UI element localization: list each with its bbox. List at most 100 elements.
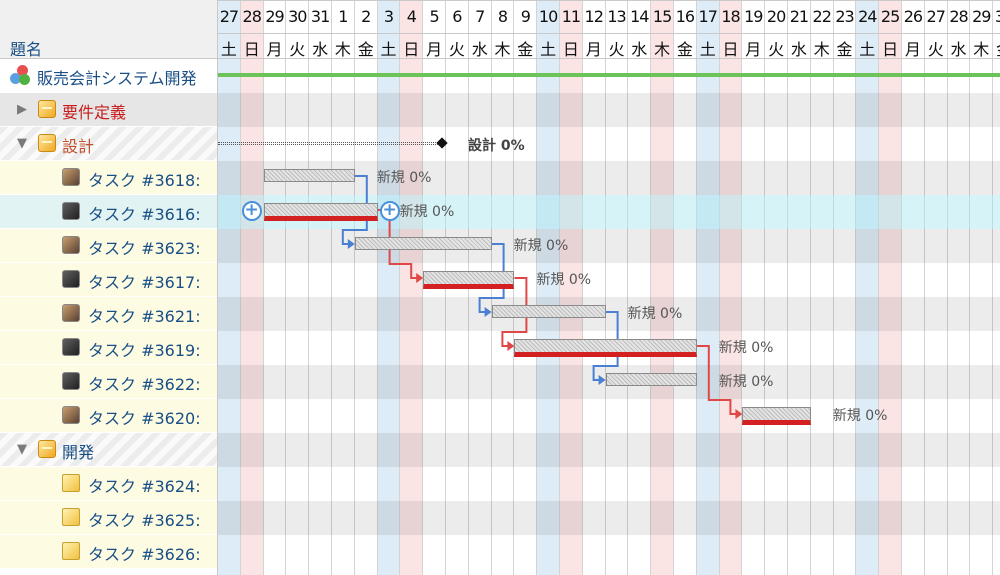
day-number: 22 bbox=[812, 7, 832, 26]
design-summary-bar[interactable] bbox=[218, 142, 444, 145]
row-task-3623[interactable]: タスク #3623: bbox=[0, 229, 217, 263]
row-task-3624[interactable]: タスク #3624: bbox=[0, 467, 217, 501]
day-weekday: 金 bbox=[993, 36, 1000, 60]
day-number: 10 bbox=[538, 7, 558, 26]
day-number: 7 bbox=[475, 7, 485, 26]
row-task-3617[interactable]: タスク #3617: bbox=[0, 263, 217, 297]
day-weekday: 日 bbox=[722, 40, 739, 59]
task-bar[interactable] bbox=[354, 237, 492, 250]
row-group-requirements[interactable]: ▶ 要件定義 bbox=[0, 93, 217, 127]
timeline-row bbox=[218, 501, 1000, 535]
day-weekday: 金 bbox=[676, 40, 693, 59]
row-task-3625[interactable]: タスク #3625: bbox=[0, 501, 217, 535]
day-weekday: 金 bbox=[517, 40, 534, 59]
row-label[interactable]: タスク #3624: bbox=[88, 473, 201, 497]
row-task-3616[interactable]: タスク #3616: bbox=[0, 195, 217, 229]
day-weekday: 金 bbox=[357, 40, 374, 59]
row-label[interactable]: 開発 bbox=[62, 439, 94, 463]
task-bar[interactable] bbox=[491, 305, 606, 318]
assignee-avatar bbox=[62, 338, 80, 356]
document-icon bbox=[62, 508, 80, 526]
day-weekday: 火 bbox=[289, 40, 306, 59]
day-number: 2 bbox=[361, 7, 371, 26]
gantt-timeline: 27 土 28 日 29 月 30 火 31 水 1 木 2 金 3 土 4 日 5 月 6 火 7 水 8 木 9 金 10 土 11 日 1… bbox=[218, 0, 1000, 575]
task-list-panel: 題名 販売会計システム開発 ▶ 要件定義 ▼ 設計タスク #3618: タスク #3616… bbox=[0, 0, 218, 575]
day-number: 29 bbox=[265, 7, 284, 26]
day-number: 4 bbox=[406, 7, 417, 26]
task-bar[interactable] bbox=[263, 169, 355, 182]
task-bar[interactable] bbox=[514, 339, 697, 357]
task-bar[interactable] bbox=[423, 271, 515, 289]
version-box-icon bbox=[38, 100, 56, 118]
row-task-3618[interactable]: タスク #3618: bbox=[0, 161, 217, 195]
day-weekday: 木 bbox=[494, 40, 511, 59]
day-weekday: 水 bbox=[631, 40, 648, 59]
row-label[interactable]: タスク #3626: bbox=[88, 541, 201, 565]
row-project[interactable]: 販売会計システム開発 bbox=[0, 59, 217, 93]
row-label[interactable]: 設計 bbox=[62, 133, 94, 157]
version-box-icon bbox=[38, 134, 56, 152]
row-label[interactable]: タスク #3623: bbox=[88, 235, 201, 259]
row-task-3622[interactable]: タスク #3622: bbox=[0, 365, 217, 399]
row-task-3619[interactable]: タスク #3619: bbox=[0, 331, 217, 365]
row-label[interactable]: タスク #3617: bbox=[88, 269, 201, 293]
header-divider bbox=[218, 58, 1000, 59]
day-weekday: 水 bbox=[790, 40, 807, 59]
project-icon-dot bbox=[19, 74, 30, 85]
task-bar[interactable] bbox=[605, 373, 697, 386]
day-number: 17 bbox=[698, 7, 718, 26]
row-label[interactable]: タスク #3621: bbox=[88, 303, 201, 327]
row-label[interactable]: タスク #3620: bbox=[88, 405, 201, 429]
day-number: 23 bbox=[835, 7, 854, 26]
day-number: 21 bbox=[789, 7, 809, 26]
timeline-row bbox=[218, 297, 1000, 331]
row-label[interactable]: タスク #3619: bbox=[88, 337, 201, 361]
day-weekday: 土 bbox=[699, 40, 716, 59]
add-predecessor-icon[interactable]: + bbox=[241, 201, 262, 221]
summary-bar-label: 設計 0% bbox=[468, 138, 525, 154]
task-bar[interactable] bbox=[263, 203, 378, 221]
row-task-3626[interactable]: タスク #3626: bbox=[0, 535, 217, 569]
day-weekday: 火 bbox=[608, 40, 625, 59]
row-label[interactable]: タスク #3622: bbox=[88, 371, 201, 395]
row-label[interactable]: 販売会計システム開発 bbox=[37, 65, 197, 89]
task-bar-label: 新規 0% bbox=[627, 306, 683, 322]
row-label[interactable]: タスク #3625: bbox=[88, 507, 201, 531]
project-progress-line bbox=[218, 73, 1000, 77]
row-label[interactable]: 要件定義 bbox=[62, 99, 126, 123]
task-bar-label: 新規 0% bbox=[513, 238, 569, 254]
document-icon bbox=[62, 474, 80, 492]
assignee-avatar bbox=[62, 304, 80, 322]
collapse-triangle-icon[interactable]: ▼ bbox=[17, 442, 27, 457]
row-label[interactable]: タスク #3616: bbox=[88, 201, 201, 225]
day-weekday: 木 bbox=[654, 40, 671, 59]
day-weekday: 日 bbox=[403, 40, 420, 59]
day-number: 6 bbox=[452, 7, 462, 26]
timeline-row bbox=[218, 433, 1000, 467]
task-list-header-spacer bbox=[0, 0, 217, 34]
task-bar[interactable] bbox=[742, 407, 811, 425]
day-number: 16 bbox=[675, 7, 695, 26]
day-weekday: 日 bbox=[243, 40, 260, 59]
row-group-design[interactable]: ▼ 設計 bbox=[0, 127, 217, 161]
task-bar-label: 新規 0% bbox=[832, 408, 888, 424]
row-task-3620[interactable]: タスク #3620: bbox=[0, 399, 217, 433]
assignee-avatar bbox=[62, 406, 80, 424]
day-weekday: 水 bbox=[312, 40, 329, 59]
add-successor-icon[interactable]: + bbox=[379, 201, 400, 221]
day-weekday: 木 bbox=[973, 40, 990, 59]
row-group-development[interactable]: ▼ 開発 bbox=[0, 433, 217, 467]
collapse-triangle-icon[interactable]: ▼ bbox=[17, 136, 27, 151]
row-label[interactable]: タスク #3618: bbox=[88, 167, 201, 191]
day-number: 30 bbox=[288, 7, 307, 26]
assignee-avatar bbox=[62, 202, 80, 220]
day-weekday: 月 bbox=[426, 40, 443, 59]
task-bar-label: 新規 0% bbox=[376, 170, 432, 186]
row-task-3621[interactable]: タスク #3621: bbox=[0, 297, 217, 331]
day-weekday: 月 bbox=[266, 40, 283, 59]
task-list-header[interactable]: 題名 bbox=[0, 34, 217, 59]
day-weekday: 火 bbox=[927, 40, 944, 59]
day-weekday: 土 bbox=[540, 40, 557, 59]
timeline-row bbox=[218, 263, 1000, 297]
expand-triangle-icon[interactable]: ▶ bbox=[17, 102, 27, 117]
